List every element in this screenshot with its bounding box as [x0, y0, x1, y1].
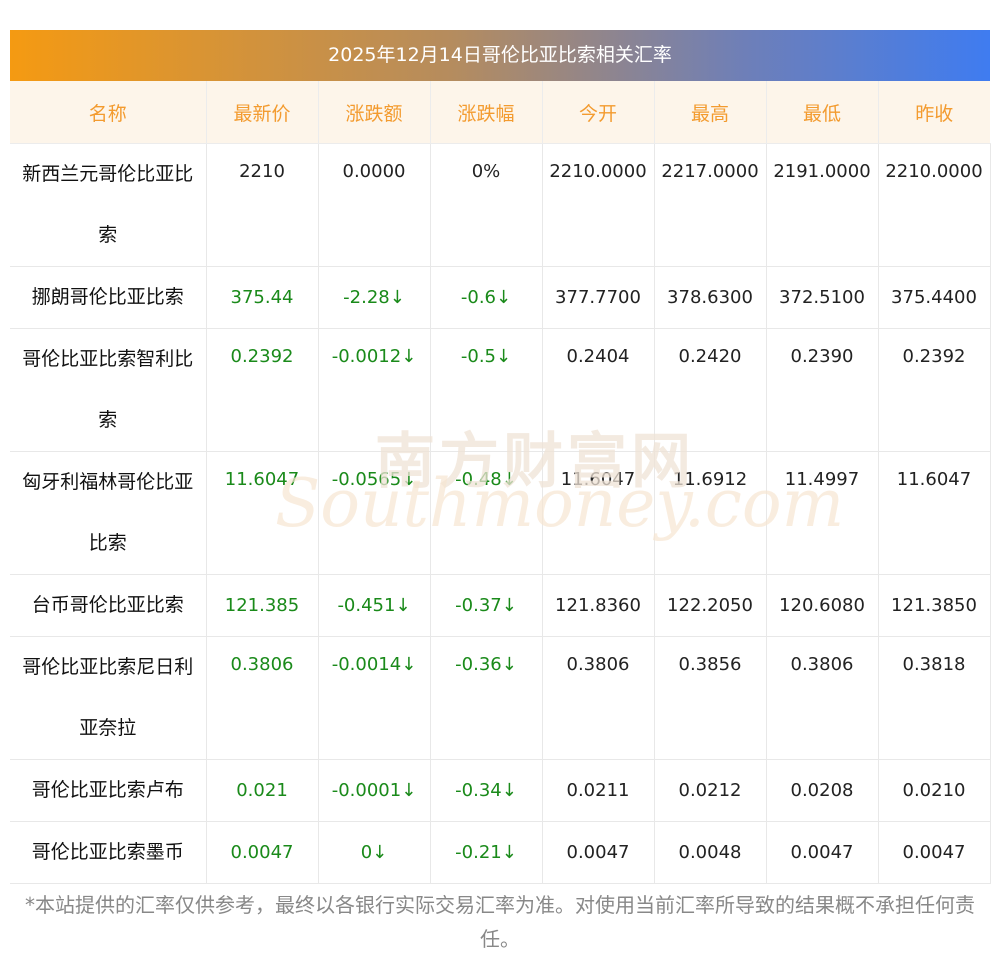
table-row: 哥伦比亚比索智利比索 0.2392 -0.0012↓ -0.5↓ 0.2404 0.242…: [10, 328, 991, 452]
cell-high: 378.6300: [654, 266, 767, 329]
cell-prev: 0.2392: [878, 328, 991, 452]
cell-open: 0.0047: [542, 821, 655, 884]
cell-prev: 0.0210: [878, 759, 991, 822]
cell-high: 0.3856: [654, 636, 767, 760]
cell-low: 0.0047: [766, 821, 879, 884]
cell-open: 2210.0000: [542, 143, 655, 267]
cell-change: 0.0000: [318, 143, 431, 267]
cell-low: 2191.0000: [766, 143, 879, 267]
cell-open: 0.0211: [542, 759, 655, 822]
cell-latest: 2210: [206, 143, 319, 267]
cell-latest: 0.2392: [206, 328, 319, 452]
cell-change: 0↓: [318, 821, 431, 884]
cell-latest: 375.44: [206, 266, 319, 329]
cell-change: -0.451↓: [318, 574, 431, 637]
cell-high: 0.2420: [654, 328, 767, 452]
cell-prev: 121.3850: [878, 574, 991, 637]
cell-low: 0.3806: [766, 636, 879, 760]
cell-pct: -0.37↓: [430, 574, 543, 637]
header-open: 今开: [542, 81, 655, 144]
table-row: 台币哥伦比亚比索 121.385 -0.451↓ -0.37↓ 121.8360 122.…: [10, 574, 991, 637]
cell-open: 0.3806: [542, 636, 655, 760]
cell-latest: 121.385: [206, 574, 319, 637]
currency-pair-name: 匈牙利福林哥伦比亚比索: [10, 451, 207, 575]
header-low: 最低: [766, 81, 879, 144]
cell-high: 0.0212: [654, 759, 767, 822]
currency-pair-name: 新西兰元哥伦比亚比索: [10, 143, 207, 267]
cell-high: 11.6912: [654, 451, 767, 575]
cell-low: 0.0208: [766, 759, 879, 822]
currency-pair-name: 哥伦比亚比索智利比索: [10, 328, 207, 452]
cell-low: 372.5100: [766, 266, 879, 329]
header-change: 涨跌额: [318, 81, 431, 144]
currency-pair-name: 哥伦比亚比索墨币: [10, 821, 207, 884]
cell-prev: 0.3818: [878, 636, 991, 760]
table-row: 挪朗哥伦比亚比索 375.44 -2.28↓ -0.6↓ 377.7700 378.630…: [10, 266, 991, 329]
cell-open: 0.2404: [542, 328, 655, 452]
header-row: 名称 最新价 涨跌额 涨跌幅 今开 最高 最低 昨收: [10, 81, 990, 144]
table-row: 哥伦比亚比索尼日利亚奈拉 0.3806 -0.0014↓ -0.36↓ 0.3806 0.…: [10, 636, 991, 760]
header-latest: 最新价: [206, 81, 319, 144]
cell-low: 11.4997: [766, 451, 879, 575]
cell-open: 11.6047: [542, 451, 655, 575]
cell-prev: 11.6047: [878, 451, 991, 575]
cell-pct: 0%: [430, 143, 543, 267]
cell-low: 120.6080: [766, 574, 879, 637]
rate-panel: 2025年12月14日哥伦比亚比索相关汇率 名称 最新价 涨跌额 涨跌幅 今开 …: [10, 30, 991, 884]
cell-open: 121.8360: [542, 574, 655, 637]
cell-prev: 2210.0000: [878, 143, 991, 267]
cell-pct: -0.21↓: [430, 821, 543, 884]
cell-change: -0.0001↓: [318, 759, 431, 822]
cell-latest: 11.6047: [206, 451, 319, 575]
cell-latest: 0.0047: [206, 821, 319, 884]
disclaimer-note: *本站提供的汇率仅供参考，最终以各银行实际交易汇率为准。对使用当前汇率所导致的结…: [25, 893, 975, 951]
currency-pair-name: 哥伦比亚比索尼日利亚奈拉: [10, 636, 207, 760]
cell-high: 2217.0000: [654, 143, 767, 267]
rate-table: 名称 最新价 涨跌额 涨跌幅 今开 最高 最低 昨收 新西兰元哥伦比亚比索 221…: [10, 81, 991, 884]
cell-pct: -0.6↓: [430, 266, 543, 329]
cell-pct: -0.5↓: [430, 328, 543, 452]
cell-pct: -0.36↓: [430, 636, 543, 760]
table-row: 哥伦比亚比索卢布 0.021 -0.0001↓ -0.34↓ 0.0211 0.0212 0…: [10, 759, 991, 822]
cell-pct: -0.34↓: [430, 759, 543, 822]
cell-change: -0.0565↓: [318, 451, 431, 575]
header-name: 名称: [10, 81, 207, 144]
cell-high: 122.2050: [654, 574, 767, 637]
cell-open: 377.7700: [542, 266, 655, 329]
currency-pair-name: 台币哥伦比亚比索: [10, 574, 207, 637]
cell-latest: 0.021: [206, 759, 319, 822]
cell-change: -0.0014↓: [318, 636, 431, 760]
table-title: 2025年12月14日哥伦比亚比索相关汇率: [10, 30, 990, 81]
table-row: 哥伦比亚比索墨币 0.0047 0↓ -0.21↓ 0.0047 0.0048 0.0047…: [10, 821, 991, 884]
table-row: 匈牙利福林哥伦比亚比索 11.6047 -0.0565↓ -0.48↓ 11.6047 1…: [10, 451, 991, 575]
cell-change: -0.0012↓: [318, 328, 431, 452]
currency-pair-name: 哥伦比亚比索卢布: [10, 759, 207, 822]
header-pct: 涨跌幅: [430, 81, 543, 144]
header-high: 最高: [654, 81, 767, 144]
cell-latest: 0.3806: [206, 636, 319, 760]
table-row: 新西兰元哥伦比亚比索 2210 0.0000 0% 2210.0000 2217.0000…: [10, 143, 991, 267]
cell-pct: -0.48↓: [430, 451, 543, 575]
cell-low: 0.2390: [766, 328, 879, 452]
cell-prev: 0.0047: [878, 821, 991, 884]
header-prev: 昨收: [878, 81, 990, 144]
cell-high: 0.0048: [654, 821, 767, 884]
currency-pair-name: 挪朗哥伦比亚比索: [10, 266, 207, 329]
cell-prev: 375.4400: [878, 266, 991, 329]
cell-change: -2.28↓: [318, 266, 431, 329]
